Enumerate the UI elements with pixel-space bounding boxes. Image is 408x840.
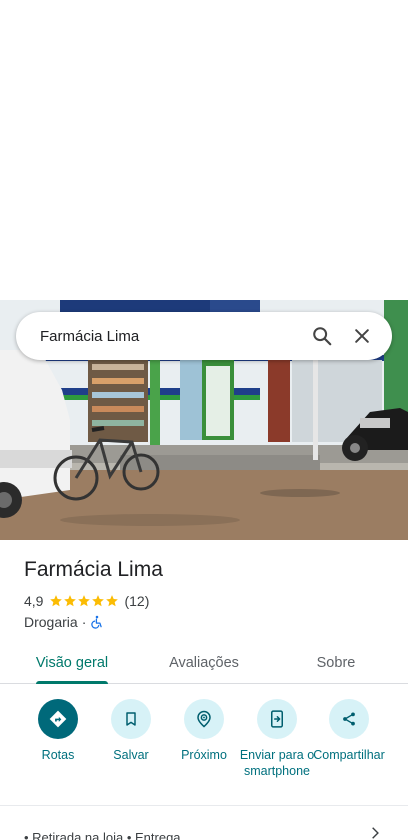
active-tab-indicator bbox=[36, 681, 108, 684]
rating-row[interactable]: 4,9 (12) bbox=[24, 592, 149, 610]
place-title: Farmácia Lima bbox=[24, 558, 163, 581]
directions-button[interactable]: Rotas bbox=[20, 699, 96, 763]
tab-reviews[interactable]: Avaliações bbox=[136, 642, 272, 684]
blank-area bbox=[0, 0, 408, 300]
star-icon bbox=[106, 595, 119, 607]
tab-about[interactable]: Sobre bbox=[272, 642, 400, 684]
directions-icon bbox=[38, 699, 78, 739]
section-divider bbox=[0, 805, 408, 806]
star-icon bbox=[78, 595, 91, 607]
directions-label: Rotas bbox=[41, 748, 75, 762]
nearby-button[interactable]: Próximo bbox=[166, 699, 242, 763]
search-input[interactable]: Farmácia Lima bbox=[40, 328, 302, 345]
action-bar: Rotas Salvar Próximo Enviar para o smart… bbox=[0, 699, 408, 799]
share-label: Compartilhar bbox=[313, 748, 385, 762]
share-button[interactable]: Compartilhar bbox=[311, 699, 387, 763]
star-icon bbox=[92, 595, 105, 607]
tab-bar: Visão geral Avaliações Sobre bbox=[0, 642, 408, 684]
search-bar[interactable]: Farmácia Lima bbox=[16, 312, 392, 360]
separator-dot: · bbox=[81, 614, 87, 630]
share-icon bbox=[329, 699, 369, 739]
nearby-icon bbox=[184, 699, 224, 739]
category-row: Drogaria · bbox=[24, 613, 104, 631]
review-count[interactable]: (12) bbox=[124, 593, 149, 609]
wheelchair-icon bbox=[91, 615, 103, 629]
send-to-phone-label: Enviar para o smartphone bbox=[239, 748, 315, 778]
nearby-label: Próximo bbox=[181, 748, 227, 762]
chevron-right-icon[interactable] bbox=[368, 826, 382, 840]
service-options[interactable]: • Retirada na loja • Entrega bbox=[24, 830, 181, 840]
bookmark-icon bbox=[111, 699, 151, 739]
star-icon bbox=[64, 595, 77, 607]
search-icon[interactable] bbox=[302, 316, 342, 356]
send-to-phone-icon bbox=[257, 699, 297, 739]
send-to-phone-button[interactable]: Enviar para o smartphone bbox=[239, 699, 315, 779]
place-category: Drogaria bbox=[24, 614, 78, 630]
close-icon[interactable] bbox=[342, 316, 382, 356]
tab-overview[interactable]: Visão geral bbox=[0, 642, 144, 684]
rating-value: 4,9 bbox=[24, 593, 44, 609]
star-icon bbox=[50, 595, 63, 607]
save-label: Salvar bbox=[113, 748, 149, 762]
star-rating bbox=[49, 594, 119, 608]
save-button[interactable]: Salvar bbox=[93, 699, 169, 763]
